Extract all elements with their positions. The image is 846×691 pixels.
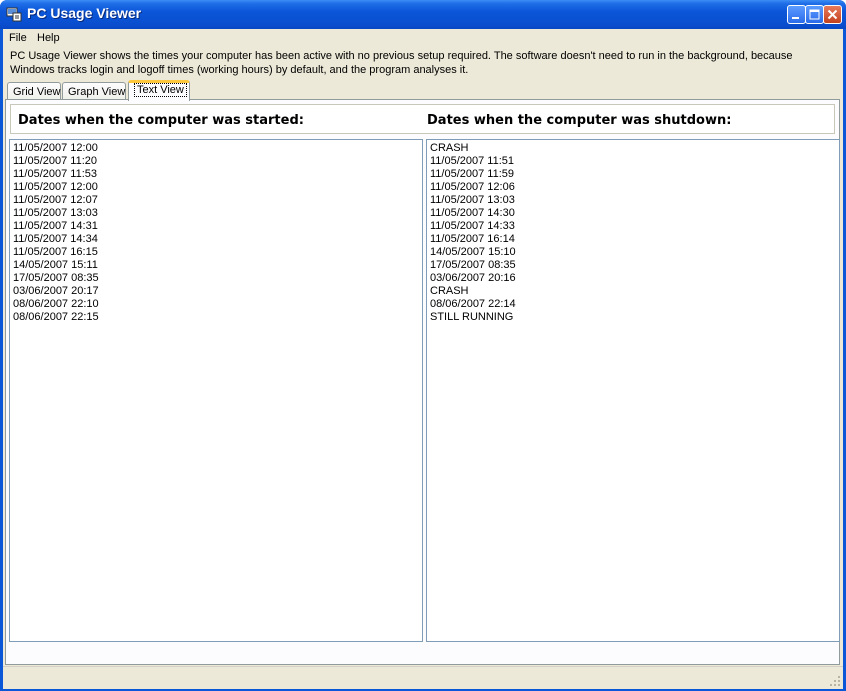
maximize-icon bbox=[809, 9, 820, 20]
maximize-button[interactable] bbox=[805, 5, 824, 24]
minimize-icon bbox=[792, 17, 799, 19]
started-line: 08/06/2007 22:15 bbox=[13, 311, 99, 323]
client-area: File Help PC Usage Viewer shows the time… bbox=[3, 29, 843, 689]
shutdown-line: CRASH bbox=[430, 285, 469, 297]
started-line: 11/05/2007 11:53 bbox=[13, 168, 98, 180]
window-title: PC Usage Viewer bbox=[27, 5, 142, 21]
started-line: 11/05/2007 14:31 bbox=[13, 220, 98, 232]
started-line: 08/06/2007 22:10 bbox=[13, 298, 99, 310]
app-window: PC Usage Viewer File Help PC Usage Viewe… bbox=[0, 0, 846, 691]
tab-label: Graph View bbox=[68, 86, 126, 98]
shutdown-header: Dates when the computer was shutdown: bbox=[427, 113, 732, 128]
started-line: 11/05/2007 16:15 bbox=[13, 246, 98, 258]
shutdown-line: 11/05/2007 12:06 bbox=[430, 181, 515, 193]
started-line: 11/05/2007 12:00 bbox=[13, 181, 98, 193]
started-line: 03/06/2007 20:17 bbox=[13, 285, 99, 297]
started-line: 17/05/2007 08:35 bbox=[13, 272, 99, 284]
shutdown-line: 03/06/2007 20:16 bbox=[430, 272, 516, 284]
menu-file[interactable]: File bbox=[9, 32, 27, 44]
tab-label: Grid View bbox=[13, 86, 61, 98]
app-icon bbox=[6, 7, 22, 22]
menu-help[interactable]: Help bbox=[37, 32, 60, 44]
started-textbox[interactable]: 11/05/2007 12:00 11/05/2007 11:20 11/05/… bbox=[9, 139, 423, 642]
menu-bar: File Help bbox=[3, 29, 843, 48]
resize-grip-icon[interactable] bbox=[829, 675, 841, 687]
header-box: Dates when the computer was started: Dat… bbox=[10, 104, 835, 134]
started-line: 14/05/2007 15:11 bbox=[13, 259, 98, 271]
started-header: Dates when the computer was started: bbox=[18, 113, 304, 128]
tab-text-view[interactable]: Text View bbox=[128, 80, 190, 101]
started-line: 11/05/2007 12:07 bbox=[13, 194, 98, 206]
shutdown-line: 08/06/2007 22:14 bbox=[430, 298, 516, 310]
close-icon bbox=[827, 9, 838, 20]
tab-grid-view[interactable]: Grid View bbox=[7, 82, 61, 100]
shutdown-line: 11/05/2007 16:14 bbox=[430, 233, 515, 245]
started-line: 11/05/2007 14:34 bbox=[13, 233, 98, 245]
tab-graph-view[interactable]: Graph View bbox=[62, 82, 126, 100]
started-line: 11/05/2007 11:20 bbox=[13, 155, 98, 167]
shutdown-line: 11/05/2007 14:33 bbox=[430, 220, 515, 232]
text-view-panel: Dates when the computer was started: Dat… bbox=[5, 99, 840, 665]
shutdown-line: 11/05/2007 13:03 bbox=[430, 194, 515, 206]
shutdown-line: 11/05/2007 11:59 bbox=[430, 168, 515, 180]
description-text: PC Usage Viewer shows the times your com… bbox=[10, 50, 793, 76]
minimize-button[interactable] bbox=[787, 5, 806, 24]
shutdown-line: 14/05/2007 15:10 bbox=[430, 246, 516, 258]
close-button[interactable] bbox=[823, 5, 842, 24]
shutdown-line: 11/05/2007 11:51 bbox=[430, 155, 515, 167]
shutdown-line: STILL RUNNING bbox=[430, 311, 514, 323]
started-line: 11/05/2007 13:03 bbox=[13, 207, 98, 219]
tab-label: Text View bbox=[134, 83, 187, 97]
shutdown-line: CRASH bbox=[430, 142, 469, 154]
shutdown-textbox[interactable]: CRASH 11/05/2007 11:51 11/05/2007 11:59 … bbox=[426, 139, 840, 642]
shutdown-line: 11/05/2007 14:30 bbox=[430, 207, 515, 219]
status-bar bbox=[3, 666, 843, 689]
title-bar[interactable]: PC Usage Viewer bbox=[0, 0, 846, 29]
shutdown-line: 17/05/2007 08:35 bbox=[430, 259, 516, 271]
started-line: 11/05/2007 12:00 bbox=[13, 142, 98, 154]
